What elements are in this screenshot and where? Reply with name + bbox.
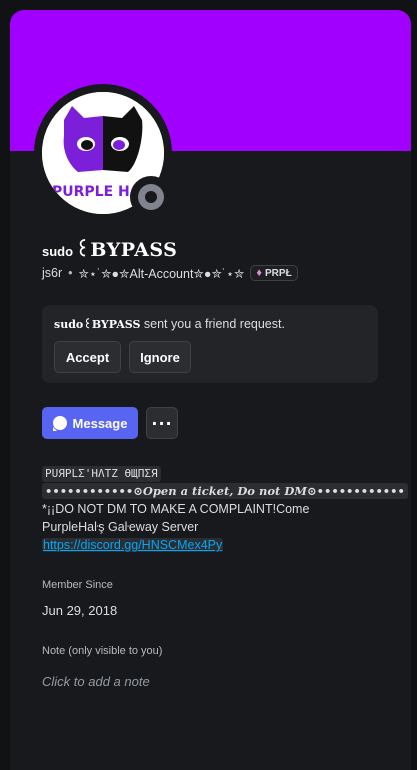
server-tag-label: PRPŁ: [265, 267, 292, 279]
separator-dot: •: [68, 266, 73, 280]
friend-request-sender: sudo꒰BYPASS: [54, 318, 141, 331]
pronouns: ✮⋆˙✮●✮Alt-Account✮●✮˙⋆✮: [78, 266, 245, 281]
invite-link[interactable]: https://discord.gg/HNSCMex4Py: [42, 538, 224, 552]
bio-code-title: PUЯPLΣ'HΛTZ ӨЩПΣЯ: [42, 466, 161, 482]
bio-line: PUЯPLΣ'HΛTZ ӨЩПΣЯ: [42, 464, 382, 482]
chat-bubble-icon: [52, 416, 67, 431]
server-tag[interactable]: ♦ PRPŁ: [250, 265, 298, 281]
offline-status-icon: [138, 184, 164, 210]
message-button[interactable]: Message: [42, 407, 138, 439]
ignore-button[interactable]: Ignore: [129, 341, 191, 373]
avatar-frame[interactable]: PURPLE HA: [34, 84, 172, 222]
bio: PUЯPLΣ'HΛTZ ӨЩПΣЯ ••••••••••••⊙Open a ti…: [42, 464, 408, 554]
bio-line: https://discord.gg/HNSCMex4Py: [42, 536, 382, 554]
friend-request-box: sudo꒰BYPASS sent you a friend request. A…: [42, 305, 378, 383]
flame-icon: ♦: [256, 267, 263, 279]
more-options-button[interactable]: ···: [146, 407, 178, 439]
bio-line: *¡¡DO NOT DM TO MAKE A COMPLAINT!Come: [42, 502, 310, 516]
member-since-value: Jun 29, 2018: [42, 603, 118, 618]
display-name-fancy: ꒰BYPASS: [75, 239, 178, 261]
message-button-label: Message: [72, 415, 128, 431]
bio-line: PurpleHaŀş Gaŀeway Server: [42, 520, 199, 534]
display-name-prefix: sudo: [42, 244, 74, 259]
avatar-text: PURPLE HA: [52, 184, 141, 200]
friend-request-message: sent you a friend request.: [140, 317, 285, 331]
display-name: sudo ꒰BYPASS: [42, 236, 177, 261]
friend-request-text: sudo꒰BYPASS sent you a friend request.: [54, 316, 285, 331]
status-indicator: [130, 176, 172, 218]
note-label: Note (only visible to you): [42, 645, 163, 657]
username[interactable]: js6r: [42, 266, 62, 280]
accept-button[interactable]: Accept: [54, 341, 121, 373]
note-input[interactable]: Click to add a note: [42, 674, 150, 689]
profile-card: PURPLE HA sudo ꒰BYPASS js6r • ✮⋆˙✮●✮Alt-…: [10, 10, 411, 770]
bio-line: ••••••••••••⊙Open a ticket, Do not DM⊙••…: [42, 482, 408, 500]
user-subline: js6r • ✮⋆˙✮●✮Alt-Account✮●✮˙⋆✮ ♦ PRPŁ: [42, 263, 298, 283]
member-since-label: Member Since: [42, 579, 113, 591]
bio-code-notice: ••••••••••••⊙Open a ticket, Do not DM⊙••…: [42, 483, 408, 499]
